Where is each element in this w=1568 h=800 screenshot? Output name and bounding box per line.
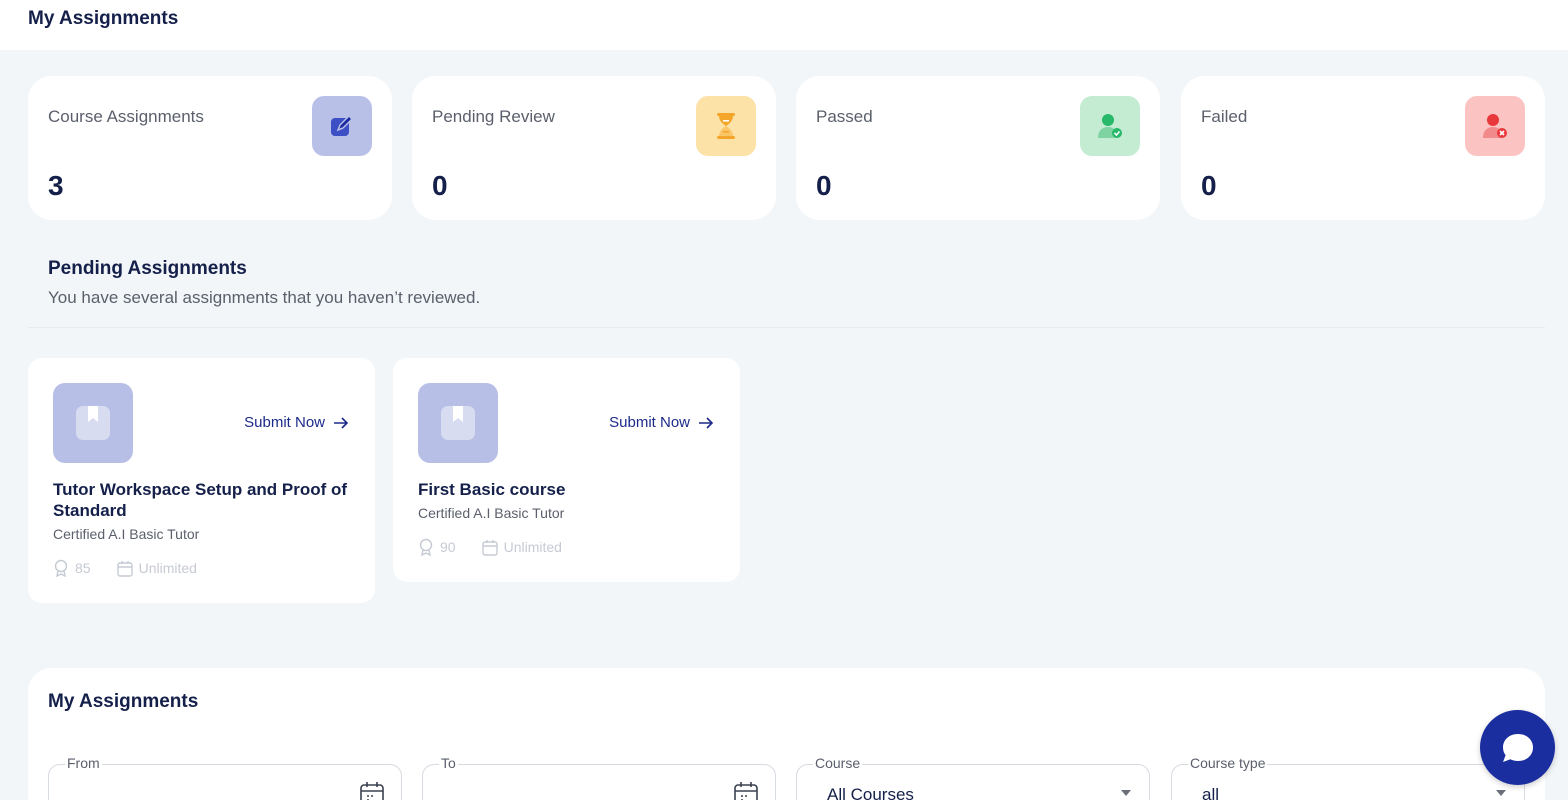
stat-value: 0 (432, 170, 448, 201)
bookmark-icon (418, 383, 498, 463)
hourglass-icon (696, 96, 756, 156)
assignment-card: Submit Now First Basic course Certified … (393, 358, 740, 582)
arrow-right-icon (699, 416, 714, 429)
pencil-square-icon (312, 96, 372, 156)
submit-now-link[interactable]: Submit Now (244, 414, 349, 431)
chevron-down-icon (1496, 790, 1506, 796)
divider (28, 327, 1545, 328)
section-title: Pending Assignments (48, 258, 247, 279)
calendar-icon (116, 560, 133, 577)
submit-now-label: Submit Now (609, 414, 690, 431)
stat-value: 0 (1201, 170, 1217, 201)
assignment-points: 85 (75, 560, 91, 576)
field-label: To (439, 755, 458, 771)
stat-label: Course Assignments (48, 107, 204, 126)
award-icon (54, 559, 68, 577)
stat-value: 0 (816, 170, 832, 201)
to-date-field[interactable]: To (422, 755, 776, 800)
stat-value: 3 (48, 170, 64, 201)
chat-bubble-icon (1502, 733, 1533, 762)
select-value: All Courses (827, 785, 914, 800)
stat-card-course-assignments: Course Assignments 3 (28, 76, 392, 220)
submit-now-label: Submit Now (244, 414, 325, 431)
pending-assignments-header: Pending Assignments You have several ass… (48, 258, 480, 308)
section-title: My Assignments (48, 691, 199, 712)
calendar-icon (481, 539, 498, 556)
assignment-course: Certified A.I Basic Tutor (418, 505, 565, 521)
user-x-icon (1465, 96, 1525, 156)
top-bar: My Assignments (0, 0, 1568, 50)
stat-label: Failed (1201, 107, 1248, 126)
award-icon (419, 538, 433, 556)
assignment-duration: Unlimited (138, 560, 197, 576)
stat-label: Pending Review (432, 107, 555, 126)
page-title: My Assignments (28, 8, 179, 29)
field-label: From (65, 755, 102, 771)
section-subtitle: You have several assignments that you ha… (48, 288, 481, 307)
stat-card-passed: Passed 0 (796, 76, 1160, 220)
bookmark-icon (53, 383, 133, 463)
assignment-meta: 90 Unlimited (418, 538, 562, 556)
stat-card-pending-review: Pending Review 0 (412, 76, 776, 220)
arrow-right-icon (334, 416, 349, 429)
course-type-select[interactable]: Course type all (1171, 755, 1525, 800)
from-date-field[interactable]: From (48, 755, 402, 800)
assignment-title: First Basic course (418, 480, 566, 499)
field-label: Course type (1188, 755, 1268, 771)
assignment-card: Submit Now Tutor Workspace Setup and Pro… (28, 358, 375, 603)
chat-button[interactable] (1480, 710, 1555, 785)
assignment-title: Tutor Workspace Setup and Proof of Stand… (53, 480, 348, 520)
course-select[interactable]: Course All Courses (796, 755, 1150, 800)
my-assignments-panel: My Assignments From To Course All Course… (28, 668, 1545, 800)
select-value: all (1202, 785, 1220, 800)
calendar-icon[interactable] (359, 781, 385, 800)
calendar-icon[interactable] (733, 781, 759, 800)
stat-label: Passed (816, 107, 873, 126)
stat-card-failed: Failed 0 (1181, 76, 1545, 220)
assignment-meta: 85 Unlimited (53, 559, 197, 577)
field-label: Course (813, 755, 863, 771)
user-check-icon (1080, 96, 1140, 156)
assignment-points: 90 (440, 539, 456, 555)
submit-now-link[interactable]: Submit Now (609, 414, 714, 431)
assignment-duration: Unlimited (503, 539, 562, 555)
assignment-course: Certified A.I Basic Tutor (53, 526, 200, 542)
chevron-down-icon (1121, 790, 1131, 796)
